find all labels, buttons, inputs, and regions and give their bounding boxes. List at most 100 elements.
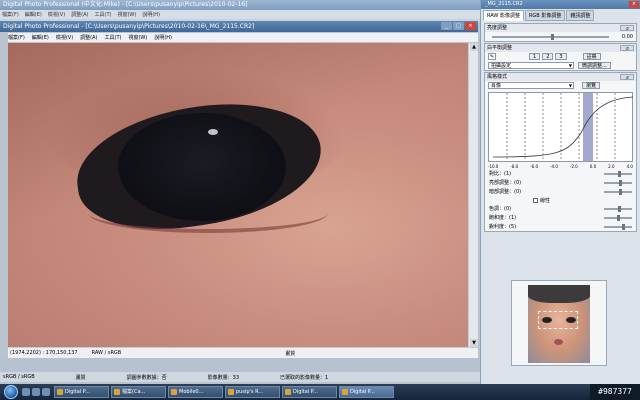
linear-checkbox[interactable] (533, 197, 538, 203)
inner-status-bar: (1974,2202) : 170,150,137 RAW / sRGB 畫質 (8, 347, 478, 358)
app-icon (57, 389, 63, 395)
picture-style-row: 肖像 ▼ 瀏覽 (485, 81, 636, 90)
brightness-label: 亮度調整 (487, 25, 508, 31)
shadow-slider[interactable] (604, 188, 632, 195)
sharpness-slider[interactable] (604, 223, 632, 230)
main-status-bar: sRGB / sRGB 畫質 調圖參數數據：否 影像數量：33 已選取的影像數量… (0, 372, 480, 382)
tab-noise-adjust[interactable]: 雜訊調整 (566, 10, 595, 21)
brightness-slider-knob[interactable] (550, 33, 554, 40)
wb-fine-tune-button[interactable]: 微調調整... (578, 62, 611, 69)
tick-label: -2.0 (569, 164, 578, 169)
contrast-slider-knob[interactable] (618, 170, 621, 177)
main-menu-edit[interactable]: 編輯(E) (25, 11, 42, 18)
sharpness-row: 銳利度：(5) (485, 222, 636, 231)
color-format: RAW / sRGB (91, 350, 122, 356)
main-menu-window[interactable]: 視窗(W) (117, 11, 136, 18)
tick-label: 2.0 (608, 164, 615, 169)
shadow-label: 暗部調整：(0) (489, 189, 522, 195)
shadow-slider-knob[interactable] (619, 188, 623, 195)
main-menu-tools[interactable]: 工具(T) (95, 11, 112, 18)
scroll-down-arrow-icon[interactable]: ▼ (470, 339, 478, 347)
chevron-down-icon: ▼ (568, 63, 572, 68)
chevron-down-icon: ▼ (568, 83, 572, 88)
inner-menu-view[interactable]: 檢視(V) (56, 34, 73, 41)
quick-launch-icon[interactable] (22, 388, 30, 396)
close-button[interactable]: × (465, 22, 476, 30)
start-button[interactable] (4, 385, 18, 399)
tick-label: -10.0 (488, 164, 499, 169)
brightness-reset-icon[interactable]: ↺ (620, 25, 634, 31)
palette-title-text: _MG_2115.CR2 (485, 1, 523, 7)
scroll-up-arrow-icon[interactable]: ▲ (470, 43, 478, 51)
quality-label: 畫質 (285, 350, 296, 357)
saturation-slider-knob[interactable] (616, 214, 620, 221)
white-balance-reset-icon[interactable]: ↺ (620, 45, 634, 51)
main-menu-file[interactable]: 檔案(F) (2, 11, 19, 18)
wb-preset-2-button[interactable]: 2 (542, 53, 554, 60)
inner-window-controls: _ □ × (441, 22, 476, 30)
thumbnail-hair (528, 285, 590, 303)
wb-preset-1-button[interactable]: 1 (529, 53, 541, 60)
inner-window-title: Digital Photo Professional - [C:\Users\p… (0, 21, 478, 32)
tab-rgb-adjust[interactable]: RGB 影像調整 (524, 10, 566, 21)
inner-menu-window[interactable]: 視窗(W) (128, 34, 147, 41)
navigator-selection-box[interactable] (538, 311, 578, 329)
navigator-thumbnail[interactable] (511, 280, 607, 366)
brightness-row: 0.00 (485, 32, 636, 41)
inner-menu-adjust[interactable]: 調整(A) (80, 34, 97, 41)
color-tone-row: 色調：(0) (485, 204, 636, 213)
picture-style-reset-icon[interactable]: ↺ (620, 74, 634, 80)
minimize-button[interactable]: _ (441, 22, 452, 30)
white-balance-row-2: 拍攝設定 ▼ 微調調整... (485, 61, 636, 70)
main-menu-view[interactable]: 檢視(V) (48, 11, 65, 18)
saturation-slider[interactable] (604, 214, 632, 221)
wb-mode-value: 拍攝設定 (491, 63, 512, 69)
picture-style-select[interactable]: 肖像 ▼ (488, 82, 574, 89)
taskbar-item[interactable]: Digital P... (282, 386, 337, 398)
inner-menu-help[interactable]: 說明(H) (154, 34, 172, 41)
sharpness-slider-knob[interactable] (622, 223, 626, 230)
image-viewport[interactable] (8, 43, 468, 347)
quick-launch (22, 388, 50, 396)
white-balance-section: 白平衡調整 ↺ ✎ 1 2 3 註冊 拍攝設定 ▼ 微調調整... (484, 43, 637, 71)
highlight-slider-knob[interactable] (619, 179, 623, 186)
taskbar-item[interactable]: Mobile0... (168, 386, 223, 398)
eyedropper-icon[interactable]: ✎ (488, 53, 496, 60)
brightness-header: 亮度調整 ↺ (485, 24, 636, 32)
taskbar-item[interactable]: pusip's R... (225, 386, 280, 398)
white-balance-header: 白平衡調整 ↺ (485, 44, 636, 52)
main-menu-help[interactable]: 說明(H) (142, 11, 160, 18)
photo-catchlight (208, 129, 218, 135)
highlight-slider[interactable] (604, 179, 632, 186)
tone-curve-histogram[interactable] (488, 92, 634, 162)
color-tone-slider-knob[interactable] (618, 205, 621, 212)
palette-close-button[interactable]: × (629, 1, 639, 8)
taskbar-item[interactable]: Digital P... (54, 386, 109, 398)
inner-menu-file[interactable]: 檔案(F) (8, 34, 25, 41)
inner-menu-tools[interactable]: 工具(T) (105, 34, 122, 41)
main-menu-adjust[interactable]: 調整(A) (71, 11, 88, 18)
app-icon (285, 389, 291, 395)
inner-window-title-text: Digital Photo Professional - [C:\Users\p… (3, 23, 255, 30)
highlight-row: 亮部調整：(0) (485, 178, 636, 187)
tab-raw-adjust[interactable]: RAW 影像調整 (483, 10, 524, 21)
maximize-button[interactable]: □ (453, 22, 464, 30)
picture-style-browse-button[interactable]: 瀏覽 (582, 82, 601, 89)
main-status-image-count: 影像數量：33 (207, 374, 240, 381)
wb-preset-3-button[interactable]: 3 (555, 53, 567, 60)
quick-launch-icon[interactable] (42, 388, 50, 396)
tick-label: -8.0 (510, 164, 519, 169)
picture-style-section: 風格樣式 ↺ 肖像 ▼ 瀏覽 -10.0 -8.0 -6.0 -4.0 -2.0… (484, 72, 637, 232)
contrast-slider[interactable] (604, 170, 632, 177)
wb-register-button[interactable]: 註冊 (582, 53, 601, 60)
taskbar-item[interactable]: 檔案(Ca... (111, 386, 166, 398)
tone-curve-graph (492, 93, 634, 161)
wb-mode-select[interactable]: 拍攝設定 ▼ (488, 62, 574, 69)
color-tone-slider[interactable] (604, 205, 632, 212)
viewport-vertical-scrollbar[interactable]: ▲ ▼ (468, 43, 478, 347)
brightness-slider[interactable] (492, 33, 609, 40)
taskbar-item-active[interactable]: Digital P... (339, 386, 394, 398)
inner-menu-edit[interactable]: 編輯(E) (32, 34, 49, 41)
thumbnail-image (528, 285, 590, 363)
quick-launch-icon[interactable] (32, 388, 40, 396)
